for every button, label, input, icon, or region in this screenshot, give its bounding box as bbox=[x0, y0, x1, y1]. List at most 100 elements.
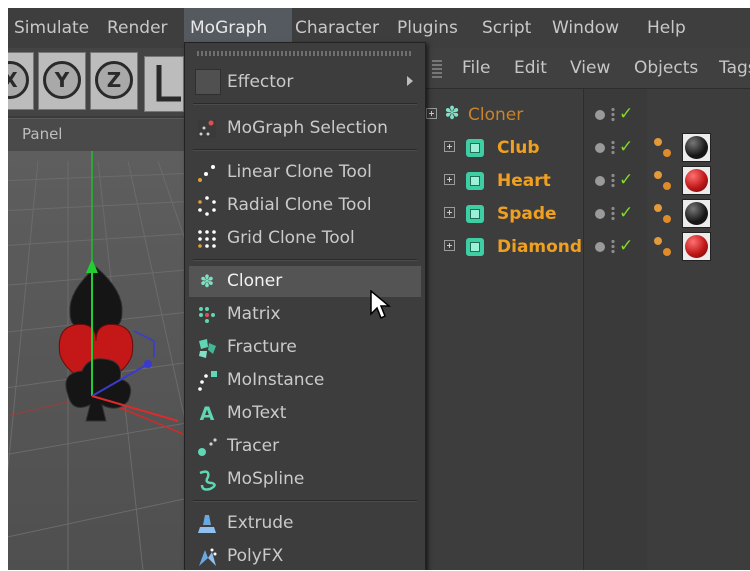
menu-item-label: Linear Clone Tool bbox=[227, 162, 372, 182]
menu-item-mospline[interactable]: MoSpline bbox=[189, 464, 421, 495]
fracture-icon bbox=[196, 337, 218, 359]
visibility-dot[interactable] bbox=[595, 110, 605, 120]
object-name[interactable]: Diamond bbox=[497, 237, 582, 257]
menu-item-motext[interactable]: A MoText bbox=[189, 398, 421, 429]
panel-grip[interactable] bbox=[432, 58, 442, 78]
menu-item-label: MoInstance bbox=[227, 370, 325, 390]
matrix-icon bbox=[196, 304, 218, 326]
black-material-ball-icon bbox=[685, 136, 708, 159]
panel-menu-label[interactable]: Panel bbox=[22, 125, 62, 143]
coordinate-icon bbox=[156, 65, 181, 102]
axis-y-cell[interactable]: Y bbox=[38, 52, 86, 110]
mograph-tag-icon[interactable] bbox=[654, 138, 676, 160]
enabled-check-icon[interactable]: ✓ bbox=[619, 170, 633, 190]
menu-window[interactable]: Window bbox=[546, 8, 625, 48]
menu-item-label: MoGraph Selection bbox=[227, 118, 388, 138]
menu-item-effector[interactable]: Effector bbox=[189, 67, 421, 98]
object-row-spade[interactable]: Spade ✓ bbox=[426, 198, 750, 231]
om-menu-objects[interactable]: Objects bbox=[634, 48, 698, 88]
om-menu-view[interactable]: View bbox=[570, 48, 610, 88]
enabled-check-icon[interactable]: ✓ bbox=[619, 203, 633, 223]
expand-toggle[interactable] bbox=[444, 240, 455, 251]
menu-item-label: Tracer bbox=[227, 436, 280, 456]
null-object-icon bbox=[466, 172, 484, 190]
menu-item-tracer[interactable]: Tracer bbox=[189, 431, 421, 462]
enabled-check-icon[interactable]: ✓ bbox=[619, 104, 633, 124]
menu-separator bbox=[193, 259, 417, 261]
menu-script[interactable]: Script bbox=[476, 8, 537, 48]
material-tag[interactable] bbox=[682, 166, 711, 195]
radial-clone-icon bbox=[196, 195, 218, 217]
menu-item-fracture[interactable]: Fracture bbox=[189, 332, 421, 363]
coordinate-system-button[interactable] bbox=[144, 56, 184, 112]
menu-item-linear-clone-tool[interactable]: Linear Clone Tool bbox=[189, 157, 421, 188]
menu-render[interactable]: Render bbox=[101, 8, 174, 48]
object-name[interactable]: Heart bbox=[497, 171, 551, 191]
3d-viewport[interactable] bbox=[8, 151, 188, 570]
render-visibility-dots[interactable] bbox=[611, 239, 615, 255]
app-window: Simulate Render MoGraph Character Plugin… bbox=[8, 8, 750, 570]
axis-x-button[interactable]: X bbox=[8, 61, 29, 99]
expand-toggle[interactable] bbox=[444, 174, 455, 185]
moinstance-icon bbox=[196, 370, 218, 392]
menu-item-label: MoSpline bbox=[227, 469, 305, 489]
om-menu-edit[interactable]: Edit bbox=[514, 48, 547, 88]
axis-y-button[interactable]: Y bbox=[43, 61, 81, 99]
axis-x-cell[interactable]: X bbox=[8, 52, 34, 110]
menu-item-label: Matrix bbox=[227, 304, 281, 324]
mograph-tag-icon[interactable] bbox=[654, 171, 676, 193]
expand-toggle[interactable] bbox=[444, 141, 455, 152]
polyfx-icon bbox=[196, 546, 218, 568]
submenu-arrow-icon bbox=[407, 76, 413, 86]
menu-item-polyfx[interactable]: PolyFX bbox=[189, 541, 421, 570]
expand-toggle[interactable] bbox=[444, 207, 455, 218]
menu-separator bbox=[193, 103, 417, 105]
object-name[interactable]: Cloner bbox=[468, 105, 523, 125]
menu-item-radial-clone-tool[interactable]: Radial Clone Tool bbox=[189, 190, 421, 221]
material-tag[interactable] bbox=[682, 232, 711, 261]
mospline-icon bbox=[196, 469, 218, 491]
object-name[interactable]: Spade bbox=[497, 204, 557, 224]
visibility-dot[interactable] bbox=[595, 143, 605, 153]
null-object-icon bbox=[466, 205, 484, 223]
menu-item-grid-clone-tool[interactable]: Grid Clone Tool bbox=[189, 223, 421, 254]
tear-off-grip[interactable] bbox=[197, 51, 411, 56]
menu-item-label: Extrude bbox=[227, 513, 294, 533]
expand-toggle[interactable] bbox=[426, 108, 437, 119]
object-row-heart[interactable]: Heart ✓ bbox=[426, 165, 750, 198]
render-visibility-dots[interactable] bbox=[611, 173, 615, 189]
mograph-tag-icon[interactable] bbox=[654, 204, 676, 226]
render-visibility-dots[interactable] bbox=[611, 206, 615, 222]
visibility-dot[interactable] bbox=[595, 176, 605, 186]
om-menu-tags[interactable]: Tags bbox=[719, 48, 750, 88]
menu-item-mograph-selection[interactable]: MoGraph Selection bbox=[189, 113, 421, 144]
menu-help[interactable]: Help bbox=[641, 8, 692, 48]
material-tag[interactable] bbox=[682, 133, 711, 162]
om-menu-file[interactable]: File bbox=[462, 48, 490, 88]
object-row-diamond[interactable]: Diamond ✓ bbox=[426, 231, 750, 264]
render-visibility-dots[interactable] bbox=[611, 107, 615, 123]
menu-item-label: Effector bbox=[227, 72, 294, 92]
motext-icon: A bbox=[199, 403, 215, 425]
render-visibility-dots[interactable] bbox=[611, 140, 615, 156]
enabled-check-icon[interactable]: ✓ bbox=[619, 137, 633, 157]
material-tag[interactable] bbox=[682, 199, 711, 228]
axis-z-cell[interactable]: Z bbox=[90, 52, 138, 110]
menu-item-moinstance[interactable]: MoInstance bbox=[189, 365, 421, 396]
extrude-icon bbox=[196, 513, 218, 535]
object-row-club[interactable]: Club ✓ bbox=[426, 132, 750, 165]
menu-item-label: Radial Clone Tool bbox=[227, 195, 372, 215]
menu-item-extrude[interactable]: Extrude bbox=[189, 508, 421, 539]
visibility-dot[interactable] bbox=[595, 242, 605, 252]
object-name[interactable]: Club bbox=[497, 138, 540, 158]
axis-z-button[interactable]: Z bbox=[95, 61, 133, 99]
enabled-check-icon[interactable]: ✓ bbox=[619, 236, 633, 256]
object-manager-menubar: File Edit View Objects Tags bbox=[426, 48, 750, 89]
menu-simulate[interactable]: Simulate bbox=[8, 8, 95, 48]
object-row-cloner[interactable]: ✽ Cloner ✓ bbox=[426, 99, 750, 132]
menu-item-label: PolyFX bbox=[227, 546, 284, 566]
mograph-tag-icon[interactable] bbox=[654, 237, 676, 259]
visibility-dot[interactable] bbox=[595, 209, 605, 219]
menu-separator bbox=[193, 149, 417, 151]
null-object-icon bbox=[466, 238, 484, 256]
